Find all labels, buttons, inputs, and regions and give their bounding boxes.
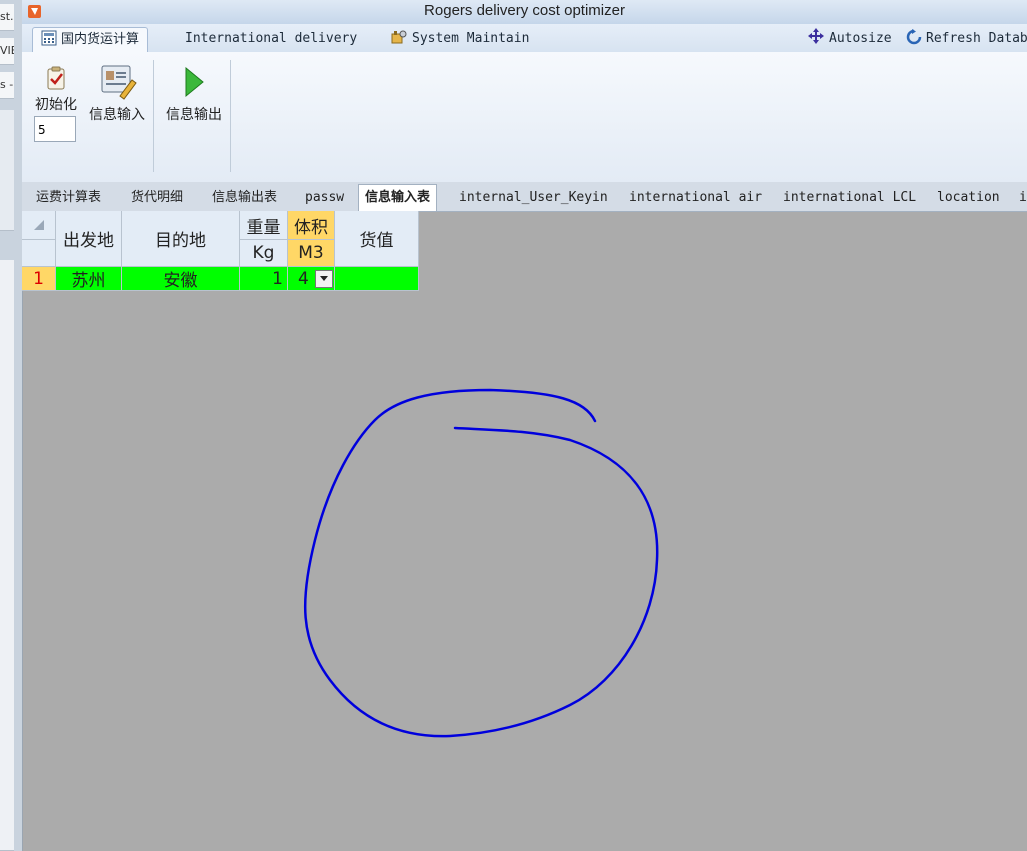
sheet-tab-international-lcl[interactable]: international LCL: [783, 187, 916, 209]
ribbon-panel: 初始化 5 信息输入 信息输出: [22, 52, 1027, 183]
column-subheader-volume-unit[interactable]: M3: [288, 240, 335, 267]
column-header-origin[interactable]: 出发地: [56, 211, 122, 267]
tab-domestic-calc[interactable]: 国内货运计算: [32, 27, 149, 52]
calculator-icon: [41, 30, 57, 46]
background-snippet: VIE: [0, 38, 14, 65]
sheet-tab-bar: 运费计算表 货代明细 信息输出表 passw 信息输入表 internal_Us…: [22, 182, 1027, 212]
column-subheader-weight-unit[interactable]: Kg: [240, 240, 288, 267]
ribbon-separator: [153, 60, 154, 172]
select-all-icon: [33, 220, 44, 230]
window-title: Rogers delivery cost optimizer: [424, 2, 625, 19]
sheet-tab-info-input[interactable]: 信息输入表: [358, 184, 438, 211]
dropdown-button[interactable]: [315, 270, 333, 288]
column-header-destination[interactable]: 目的地: [122, 211, 240, 267]
sheet-tab-freight-calc[interactable]: 运费计算表: [36, 187, 101, 209]
clipboard-check-icon: [47, 66, 65, 90]
grid-corner[interactable]: [22, 211, 56, 240]
column-header-volume[interactable]: 体积: [288, 211, 335, 240]
cell-destination[interactable]: 安徽: [122, 267, 240, 291]
column-header-value[interactable]: 货值: [335, 211, 419, 267]
cell-origin[interactable]: 苏州: [56, 267, 122, 291]
background-snippet: s -: [0, 72, 14, 99]
cell-weight[interactable]: 1: [240, 267, 288, 291]
sheet-tab-forwarder-detail[interactable]: 货代明细: [131, 187, 183, 209]
autosize-label: Autosize: [829, 31, 892, 46]
background-window-strip: st.a VIE s -: [0, 0, 23, 851]
sheet-tab-passw[interactable]: passw: [305, 187, 344, 209]
tab-label: 国内货运计算: [61, 32, 140, 47]
tools-icon: [391, 30, 407, 44]
ribbon-tab-bar: 国内货运计算 International delivery System Mai…: [22, 24, 1027, 53]
initialize-label: 初始化: [35, 97, 77, 113]
form-edit-icon: [101, 65, 137, 100]
refresh-database-button[interactable]: Refresh Datab: [906, 27, 1027, 51]
initialize-button[interactable]: 初始化: [32, 66, 80, 114]
info-input-button[interactable]: 信息输入: [86, 62, 148, 124]
tab-label: International delivery: [185, 31, 358, 46]
info-output-label: 信息输出: [166, 107, 222, 123]
background-snippet: st.a: [0, 4, 14, 31]
tab-label: System Maintain: [412, 31, 530, 46]
tab-international-delivery[interactable]: International delivery: [185, 27, 357, 51]
sheet-tab-more[interactable]: i: [1019, 187, 1027, 209]
refresh-icon: [906, 29, 922, 45]
sheet-tab-internal-user-keyin[interactable]: internal_User_Keyin: [459, 187, 608, 209]
cell-volume-value: 4: [298, 268, 309, 289]
sheet-tab-location[interactable]: location: [937, 187, 1000, 209]
info-input-label: 信息输入: [89, 107, 145, 123]
sheet-tab-info-output[interactable]: 信息输出表: [212, 187, 277, 209]
cell-value[interactable]: [335, 267, 419, 291]
background-panel: [0, 260, 14, 851]
info-output-button[interactable]: 信息输出: [162, 64, 226, 124]
tab-system-maintain[interactable]: System Maintain: [390, 27, 529, 51]
background-panel: [0, 110, 14, 231]
move-arrows-icon: [808, 28, 824, 44]
title-bar: Rogers delivery cost optimizer: [22, 0, 1027, 25]
column-header-weight[interactable]: 重量: [240, 211, 288, 240]
autosize-button[interactable]: Autosize: [807, 27, 892, 51]
chevron-down-icon: [320, 276, 328, 281]
play-icon: [185, 66, 204, 98]
row-header[interactable]: 1: [22, 267, 56, 291]
grid-corner-lower: [22, 240, 56, 267]
sheet-tab-international-air[interactable]: international air: [629, 187, 762, 209]
initialize-count-input[interactable]: 5: [34, 116, 76, 142]
ribbon-separator: [230, 60, 231, 172]
refresh-label: Refresh Datab: [926, 31, 1027, 46]
